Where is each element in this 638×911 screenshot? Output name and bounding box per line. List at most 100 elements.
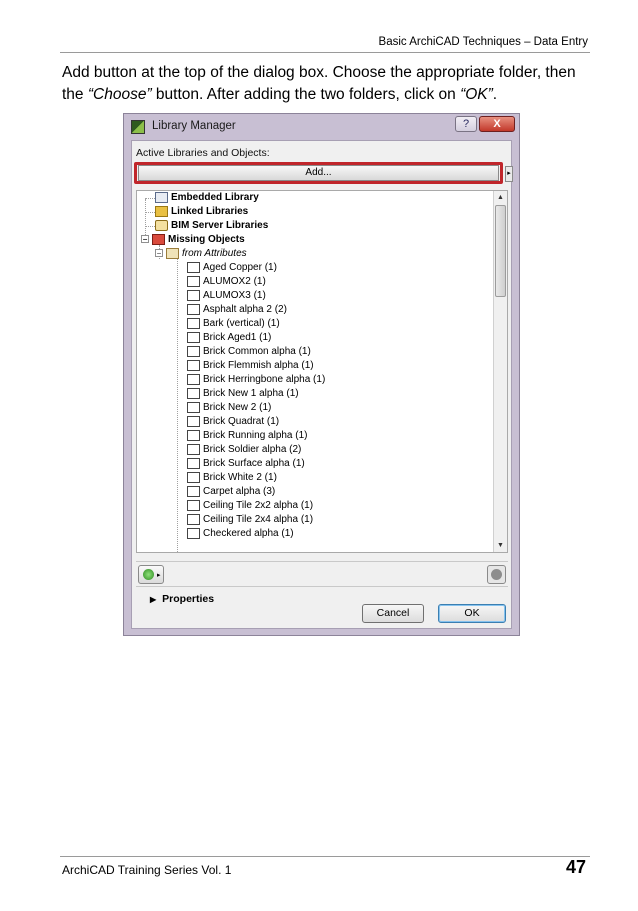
archicad-app-icon <box>131 120 145 134</box>
tree-object-label: Brick Soldier alpha (2) <box>203 444 302 455</box>
object-icon <box>187 485 200 497</box>
ok-button[interactable]: OK <box>438 604 506 623</box>
tree-item-embedded-library[interactable]: Embedded Library <box>155 191 259 205</box>
tree-object-label: Brick Aged1 (1) <box>203 332 272 343</box>
instruction-ok: “OK” <box>460 86 493 103</box>
tree-guide-line <box>177 257 178 552</box>
expand-triangle-icon: ▶ <box>150 595 157 604</box>
page-header-title: Basic ArchiCAD Techniques – Data Entry <box>378 36 588 48</box>
tree-object-label: Ceiling Tile 2x4 alpha (1) <box>203 514 314 525</box>
tree-object-label: Aged Copper (1) <box>203 262 277 273</box>
object-icon <box>187 275 200 287</box>
tree-object-item[interactable]: Brick Herringbone alpha (1) <box>187 373 325 387</box>
tree-object-item[interactable]: Aged Copper (1) <box>187 261 277 275</box>
tree-item-label: from Attributes <box>182 248 247 259</box>
tree-object-item[interactable]: Ceiling Tile 2x2 alpha (1) <box>187 499 313 513</box>
object-icon <box>187 429 200 441</box>
tree-object-label: Ceiling Tile 2x2 alpha (1) <box>203 500 314 511</box>
tree-object-item[interactable]: Brick Soldier alpha (2) <box>187 443 301 457</box>
tree-object-label: Brick White 2 (1) <box>203 472 277 483</box>
object-icon <box>187 415 200 427</box>
object-icon <box>187 345 200 357</box>
dropdown-arrow-icon: ▸ <box>157 572 161 579</box>
active-libraries-label: Active Libraries and Objects: <box>136 147 270 159</box>
tree-item-from-attributes[interactable]: − from Attributes <box>155 247 247 261</box>
tree-object-item[interactable]: Bark (vertical) (1) <box>187 317 280 331</box>
tree-object-item[interactable]: Brick New 2 (1) <box>187 401 271 415</box>
tree-object-item[interactable]: Brick Aged1 (1) <box>187 331 271 345</box>
tree-object-item[interactable]: Brick Flemmish alpha (1) <box>187 359 314 373</box>
tree-object-item[interactable]: Brick White 2 (1) <box>187 471 277 485</box>
tree-object-item[interactable]: Brick Running alpha (1) <box>187 429 308 443</box>
tree-object-item[interactable]: Brick New 1 alpha (1) <box>187 387 299 401</box>
folder-icon <box>155 205 168 217</box>
object-icon <box>187 373 200 385</box>
missing-folder-icon <box>152 233 165 245</box>
tree-object-item[interactable]: ALUMOX2 (1) <box>187 275 266 289</box>
tree-object-item[interactable]: Brick Quadrat (1) <box>187 415 279 429</box>
library-manager-dialog: Library Manager ? X Active Libraries and… <box>123 113 520 636</box>
close-button[interactable]: X <box>479 116 515 132</box>
object-icon <box>187 303 200 315</box>
tree-item-label: BIM Server Libraries <box>171 220 269 231</box>
tree-object-item[interactable]: Ceiling Tile 2x4 alpha (1) <box>187 513 313 527</box>
tree-scrollbar[interactable]: ▲ ▼ <box>493 191 507 552</box>
tree-object-item[interactable]: Asphalt alpha 2 (2) <box>187 303 287 317</box>
collapse-icon[interactable]: − <box>155 249 163 258</box>
bim-server-icon <box>155 219 168 231</box>
cancel-button[interactable]: Cancel <box>362 604 424 623</box>
collapse-icon[interactable]: − <box>141 235 149 244</box>
object-icon <box>187 471 200 483</box>
page-number: 47 <box>565 857 586 877</box>
footer-rule <box>60 856 590 857</box>
tree-object-label: Brick New 2 (1) <box>203 402 272 413</box>
header-rule <box>60 52 590 53</box>
object-icon <box>187 513 200 525</box>
info-button[interactable] <box>487 565 506 584</box>
tree-object-item[interactable]: Checkered alpha (1) <box>187 527 294 541</box>
tree-guide-line <box>145 199 146 237</box>
tree-object-item[interactable]: Brick Surface alpha (1) <box>187 457 305 471</box>
tree-object-label: Brick Flemmish alpha (1) <box>203 360 314 371</box>
dialog-titlebar[interactable]: Library Manager ? X <box>124 114 519 140</box>
library-icon <box>155 191 168 203</box>
tree-object-label: ALUMOX3 (1) <box>203 290 266 301</box>
tree-object-label: ALUMOX2 (1) <box>203 276 266 287</box>
tree-guide-line <box>145 226 155 227</box>
tree-item-label: Embedded Library <box>171 192 259 203</box>
tree-item-linked-libraries[interactable]: Linked Libraries <box>155 205 248 219</box>
object-icon <box>187 527 200 539</box>
instruction-choose: “Choose” <box>87 86 152 103</box>
help-button[interactable]: ? <box>455 116 477 132</box>
object-icon <box>187 359 200 371</box>
object-icon <box>187 499 200 511</box>
tree-object-item[interactable]: ALUMOX3 (1) <box>187 289 266 303</box>
object-icon <box>187 443 200 455</box>
dialog-client-area: Active Libraries and Objects: Add... ▸ E… <box>131 140 513 629</box>
attributes-icon <box>166 247 179 259</box>
scroll-up-icon[interactable]: ▲ <box>495 192 506 203</box>
library-tree[interactable]: Embedded Library Linked Libraries BIM Se… <box>136 190 508 553</box>
tree-object-item[interactable]: Brick Common alpha (1) <box>187 345 311 359</box>
tree-object-label: Brick New 1 alpha (1) <box>203 388 299 399</box>
add-options-arrow-icon[interactable]: ▸ <box>505 166 513 182</box>
object-icon <box>187 261 200 273</box>
properties-toggle[interactable]: ▶ Properties <box>150 593 214 605</box>
footer-series-title: ArchiCAD Training Series Vol. 1 <box>62 863 232 877</box>
properties-label: Properties <box>162 593 215 605</box>
internet-library-button[interactable]: ▸ <box>138 565 164 584</box>
tree-object-label: Checkered alpha (1) <box>203 528 294 539</box>
object-icon <box>187 401 200 413</box>
scroll-down-icon[interactable]: ▼ <box>495 540 506 551</box>
scroll-thumb[interactable] <box>495 205 506 297</box>
object-icon <box>187 317 200 329</box>
instruction-text-3: . <box>492 86 498 103</box>
tree-object-label: Asphalt alpha 2 (2) <box>203 304 287 315</box>
tree-item-missing-objects[interactable]: − Missing Objects <box>141 233 245 247</box>
tree-object-item[interactable]: Carpet alpha (3) <box>187 485 275 499</box>
tree-object-label: Brick Herringbone alpha (1) <box>203 374 326 385</box>
tree-item-bim-server-libraries[interactable]: BIM Server Libraries <box>155 219 268 233</box>
add-button-highlight <box>134 162 503 184</box>
tree-object-label: Carpet alpha (3) <box>203 486 276 497</box>
info-icon <box>491 569 502 580</box>
